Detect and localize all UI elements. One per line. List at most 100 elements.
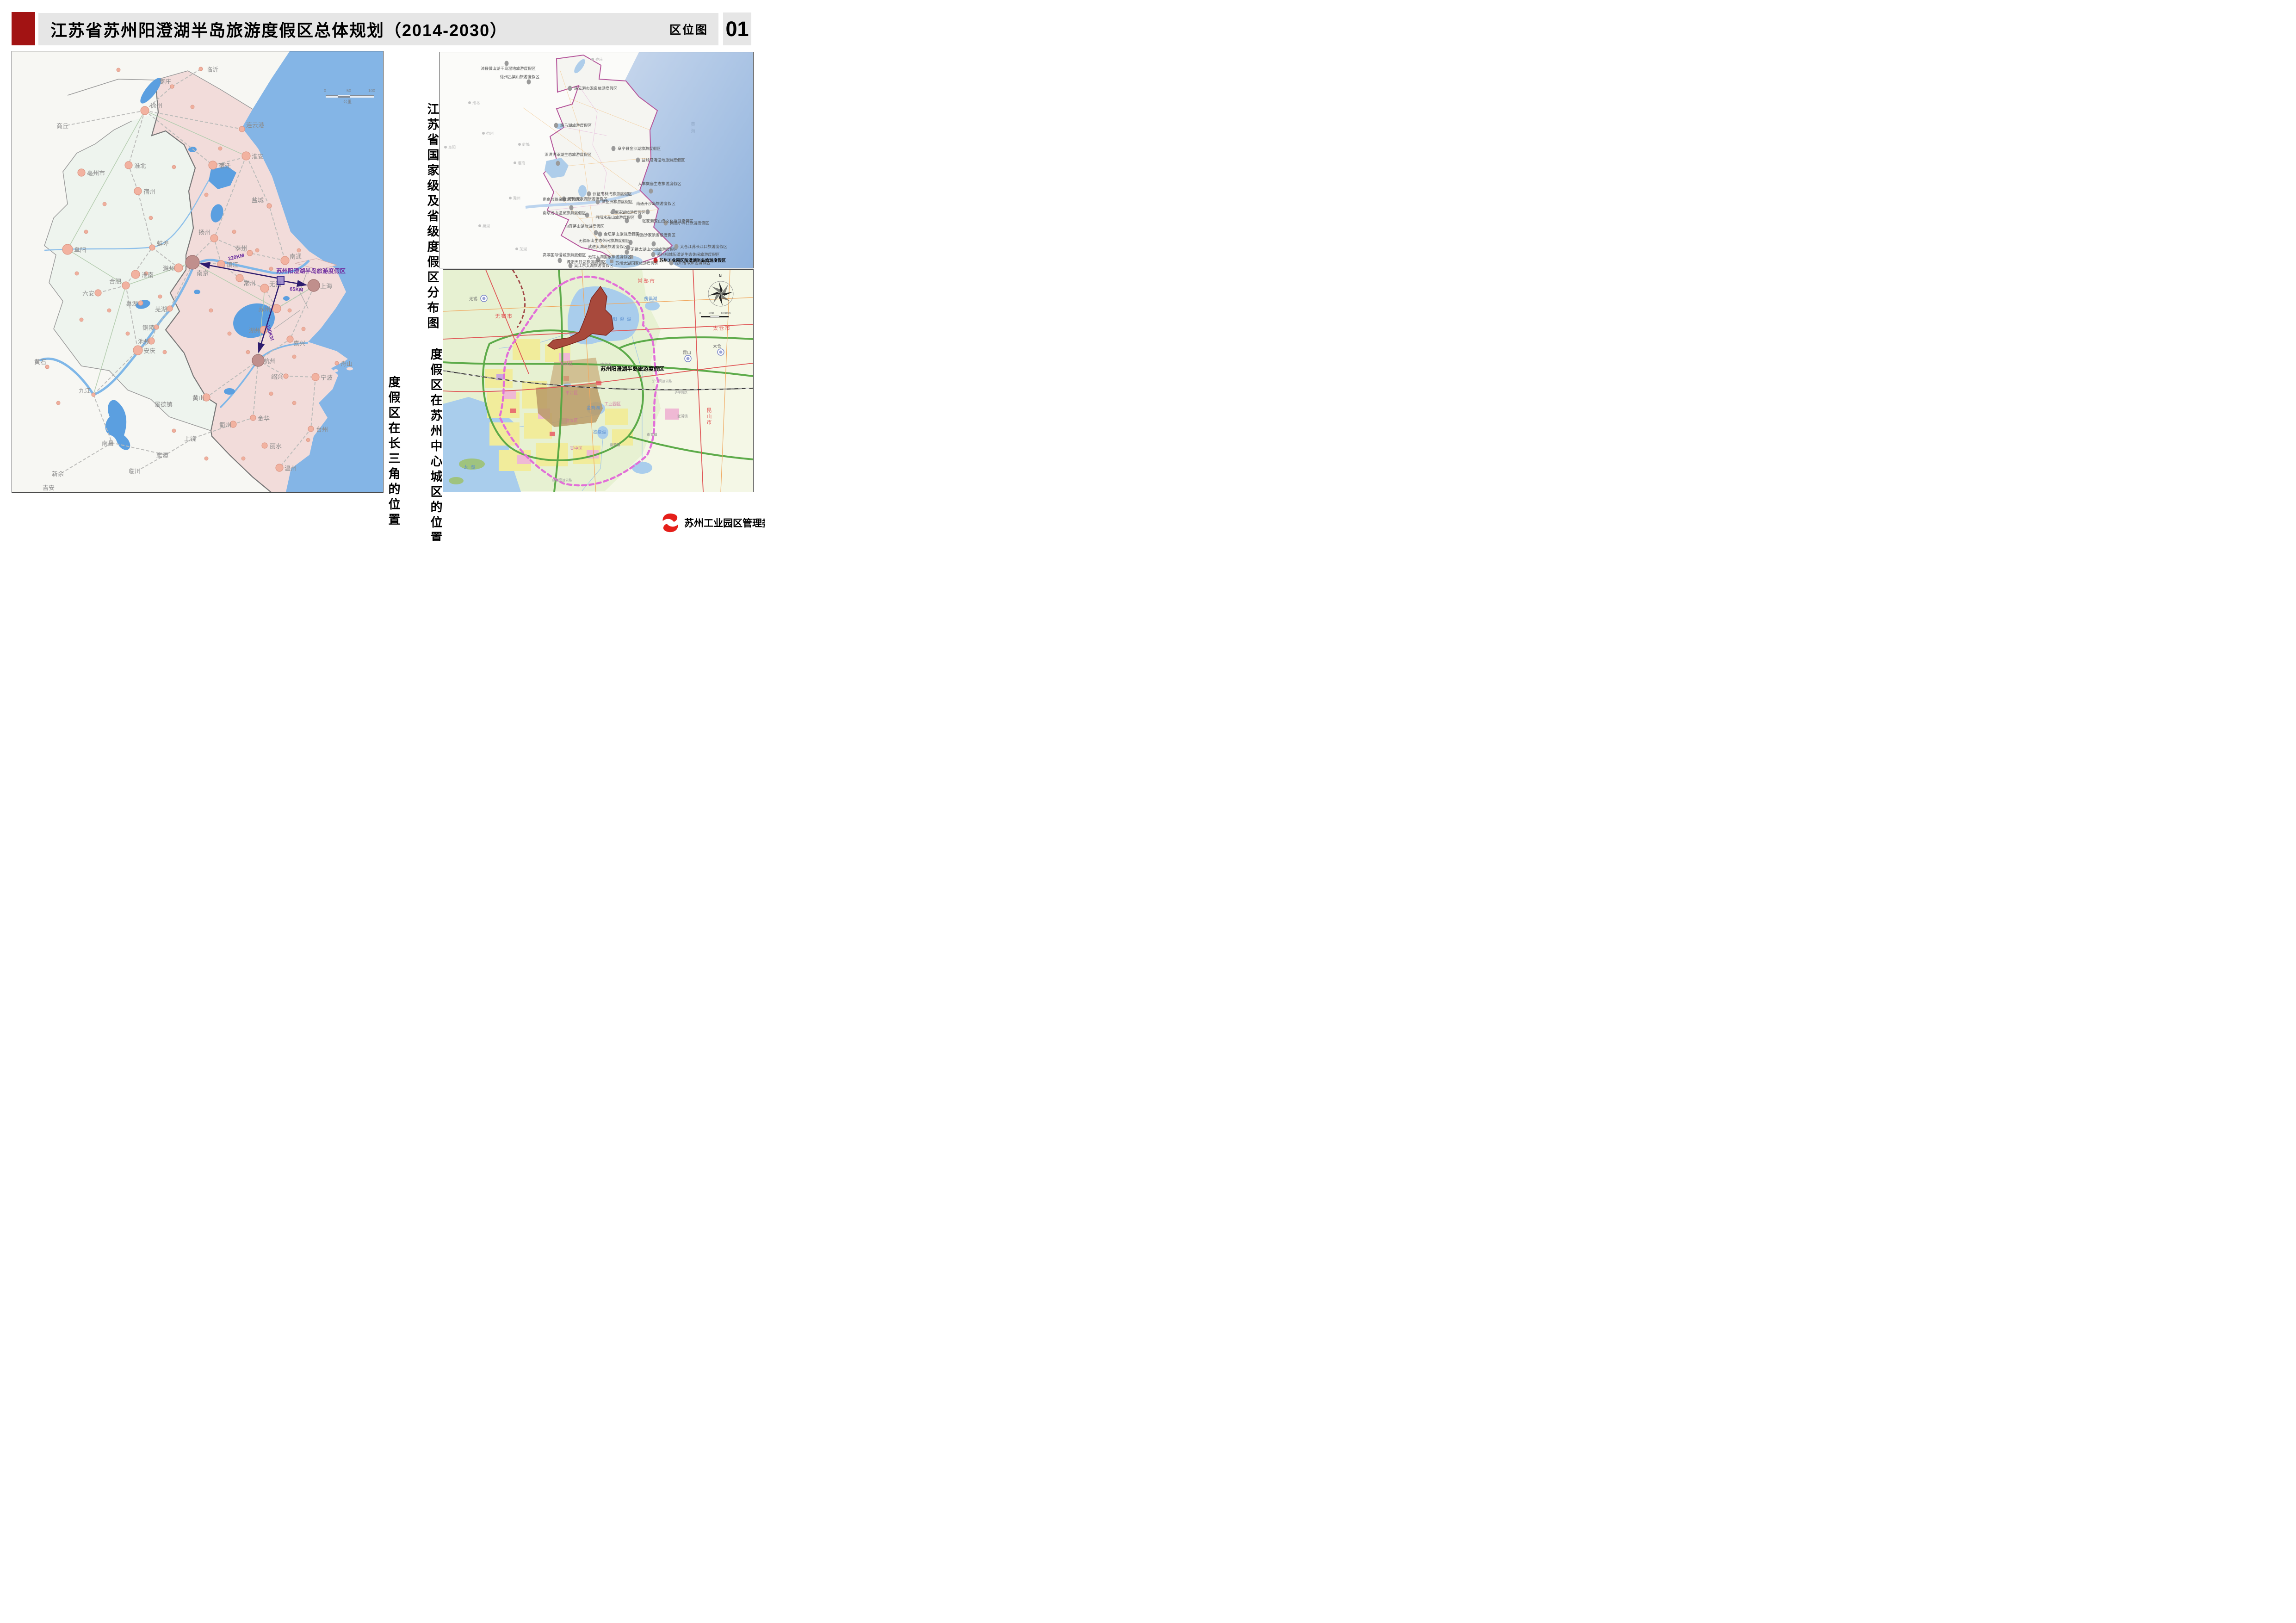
city-dot bbox=[276, 464, 283, 471]
ring-city-inner bbox=[719, 351, 723, 354]
faint-city-dot bbox=[509, 197, 512, 199]
city-label: 铜陵 bbox=[142, 324, 155, 331]
city-dot bbox=[62, 244, 73, 254]
city-label: 温州 bbox=[285, 465, 297, 472]
resort-label: 武进太湖湾旅游度假区 bbox=[588, 244, 628, 249]
map-label: 昆山市 bbox=[706, 408, 712, 426]
city-label: 徐州 bbox=[150, 102, 162, 109]
resort-label: 金坛茅山旅游度假区 bbox=[604, 232, 639, 236]
resort-dot bbox=[612, 146, 616, 151]
map-label: 傀儡湖 bbox=[644, 296, 657, 302]
resort-dot bbox=[649, 189, 653, 194]
rect bbox=[326, 96, 338, 98]
city-dot bbox=[308, 426, 314, 432]
resort-label: 大丰麋鹿生态旅游度假区 bbox=[638, 181, 681, 186]
city-label: 扬州 bbox=[198, 229, 210, 236]
resort-label: 常熟沙家浜省级度假区 bbox=[636, 233, 676, 237]
resort-dot bbox=[587, 192, 591, 197]
city-dot bbox=[167, 306, 173, 311]
resort-label: 无锡太湖山水城旅游度假区 bbox=[631, 247, 678, 252]
city-label: 临川 bbox=[129, 468, 141, 475]
resort-dot bbox=[598, 232, 602, 237]
map-label: 阳澄湖 bbox=[613, 316, 634, 322]
resort-dot bbox=[554, 123, 558, 128]
scale-tick: 10000m bbox=[721, 312, 731, 315]
city-dot bbox=[284, 374, 288, 378]
city-dot bbox=[78, 169, 85, 176]
faint-city-dot bbox=[515, 248, 518, 250]
city-dot bbox=[239, 126, 245, 132]
resort-dot bbox=[646, 210, 650, 215]
city-label: 湖州 bbox=[249, 327, 261, 334]
faint-city-label: 阜阳 bbox=[448, 145, 456, 149]
map-label: 太湖 bbox=[464, 465, 478, 470]
resort-label: 昆山省级旅游度假区 bbox=[675, 260, 711, 265]
city-label: 淮南 bbox=[142, 272, 154, 279]
city-dot bbox=[308, 279, 320, 291]
city-label: 嘉兴 bbox=[293, 340, 305, 347]
resort-label: 太仓江苏长江口旅游度假区 bbox=[680, 244, 728, 249]
faint-city-dot bbox=[478, 224, 481, 227]
resort-label: 盐城沿海湿地旅游度假区 bbox=[642, 158, 685, 162]
city-label: 安庆 bbox=[143, 347, 155, 354]
resort-square-marker bbox=[277, 276, 284, 285]
faint-city-label: 蚌埠 bbox=[522, 142, 530, 147]
city-dot bbox=[252, 354, 264, 366]
yangtze-delta-map: 临沂枣庄商丘徐州淮北亳州市宿州阜阳蚌埠淮南宿迁连云港淮安盐城扬州泰州滁州镇江南京… bbox=[12, 51, 384, 493]
city-label: 上海 bbox=[320, 283, 332, 290]
resort-dot bbox=[569, 205, 574, 211]
rect bbox=[350, 95, 374, 96]
city-label: 景德镇 bbox=[155, 401, 173, 408]
resort-dot bbox=[558, 258, 562, 263]
city-label: 黄山 bbox=[192, 395, 204, 402]
map-label: 常熟市 bbox=[637, 278, 656, 284]
resort-label: 无锡阳山生态休闲旅游度假区 bbox=[579, 238, 630, 243]
resort-label: 世业洲旅游度假区 bbox=[601, 199, 633, 204]
resort-dot bbox=[638, 214, 642, 219]
city-label: 常州 bbox=[243, 280, 255, 287]
city-label: 九江 bbox=[79, 387, 91, 394]
city-label: 台州 bbox=[316, 426, 328, 433]
city-dot bbox=[287, 336, 293, 342]
city-dot bbox=[131, 270, 140, 279]
city-dot bbox=[250, 415, 256, 421]
map-label: 太仓市 bbox=[713, 325, 731, 331]
map-label: 娄葑镇 bbox=[610, 442, 620, 447]
city-dot bbox=[267, 204, 272, 208]
city-label: 南昌 bbox=[102, 440, 114, 447]
city-dot bbox=[262, 443, 267, 448]
city-label: 宿州 bbox=[143, 188, 155, 195]
resort-label: 吴江东太湖旅游度假区 bbox=[574, 263, 614, 268]
city-label: 六安 bbox=[82, 290, 94, 297]
resort-dot bbox=[652, 242, 656, 247]
resort-dot bbox=[596, 199, 600, 204]
ring-city-inner bbox=[687, 357, 690, 360]
resort-dot bbox=[527, 80, 531, 85]
resort-label: 南京珍珠泉旅游度假区 bbox=[543, 197, 582, 202]
faint-city-dot bbox=[468, 101, 471, 104]
resort-dot bbox=[569, 263, 573, 268]
faint-city-dot bbox=[444, 146, 447, 149]
footer-organization: 苏州工业园区管理委员会 bbox=[684, 516, 765, 530]
resort-dot bbox=[594, 230, 598, 235]
faint-city-label: 滁州 bbox=[513, 196, 520, 200]
map-label: 张浦镇 bbox=[677, 414, 688, 418]
city-dot bbox=[154, 325, 159, 329]
rect bbox=[326, 95, 338, 96]
faint-city-label: 淮南 bbox=[518, 161, 525, 165]
map-label: 绕城高速公路 bbox=[552, 478, 572, 482]
resort-label: 张家港双山岛文化旅游度假区 bbox=[642, 219, 693, 223]
map-label: 金鸡湖 bbox=[587, 405, 600, 411]
resort-label: 阜宁县金沙湖旅游度假区 bbox=[618, 146, 661, 151]
distance-label: 65KM bbox=[290, 286, 303, 293]
city-dot bbox=[125, 161, 132, 169]
city-label: 黄石 bbox=[34, 359, 46, 365]
resort-label: 苏州太湖国家旅游度假区 bbox=[615, 261, 659, 266]
city-label: 鹰潭 bbox=[156, 452, 168, 459]
city-label: 吉安 bbox=[43, 484, 55, 491]
city-dot bbox=[281, 256, 289, 265]
scale-tick: 100 bbox=[368, 88, 375, 93]
faint-city-dot bbox=[591, 58, 594, 61]
resort-label: 南通开沙岛旅游度假区 bbox=[636, 201, 676, 206]
footer: 苏州工业园区管理委员会 bbox=[660, 512, 765, 534]
